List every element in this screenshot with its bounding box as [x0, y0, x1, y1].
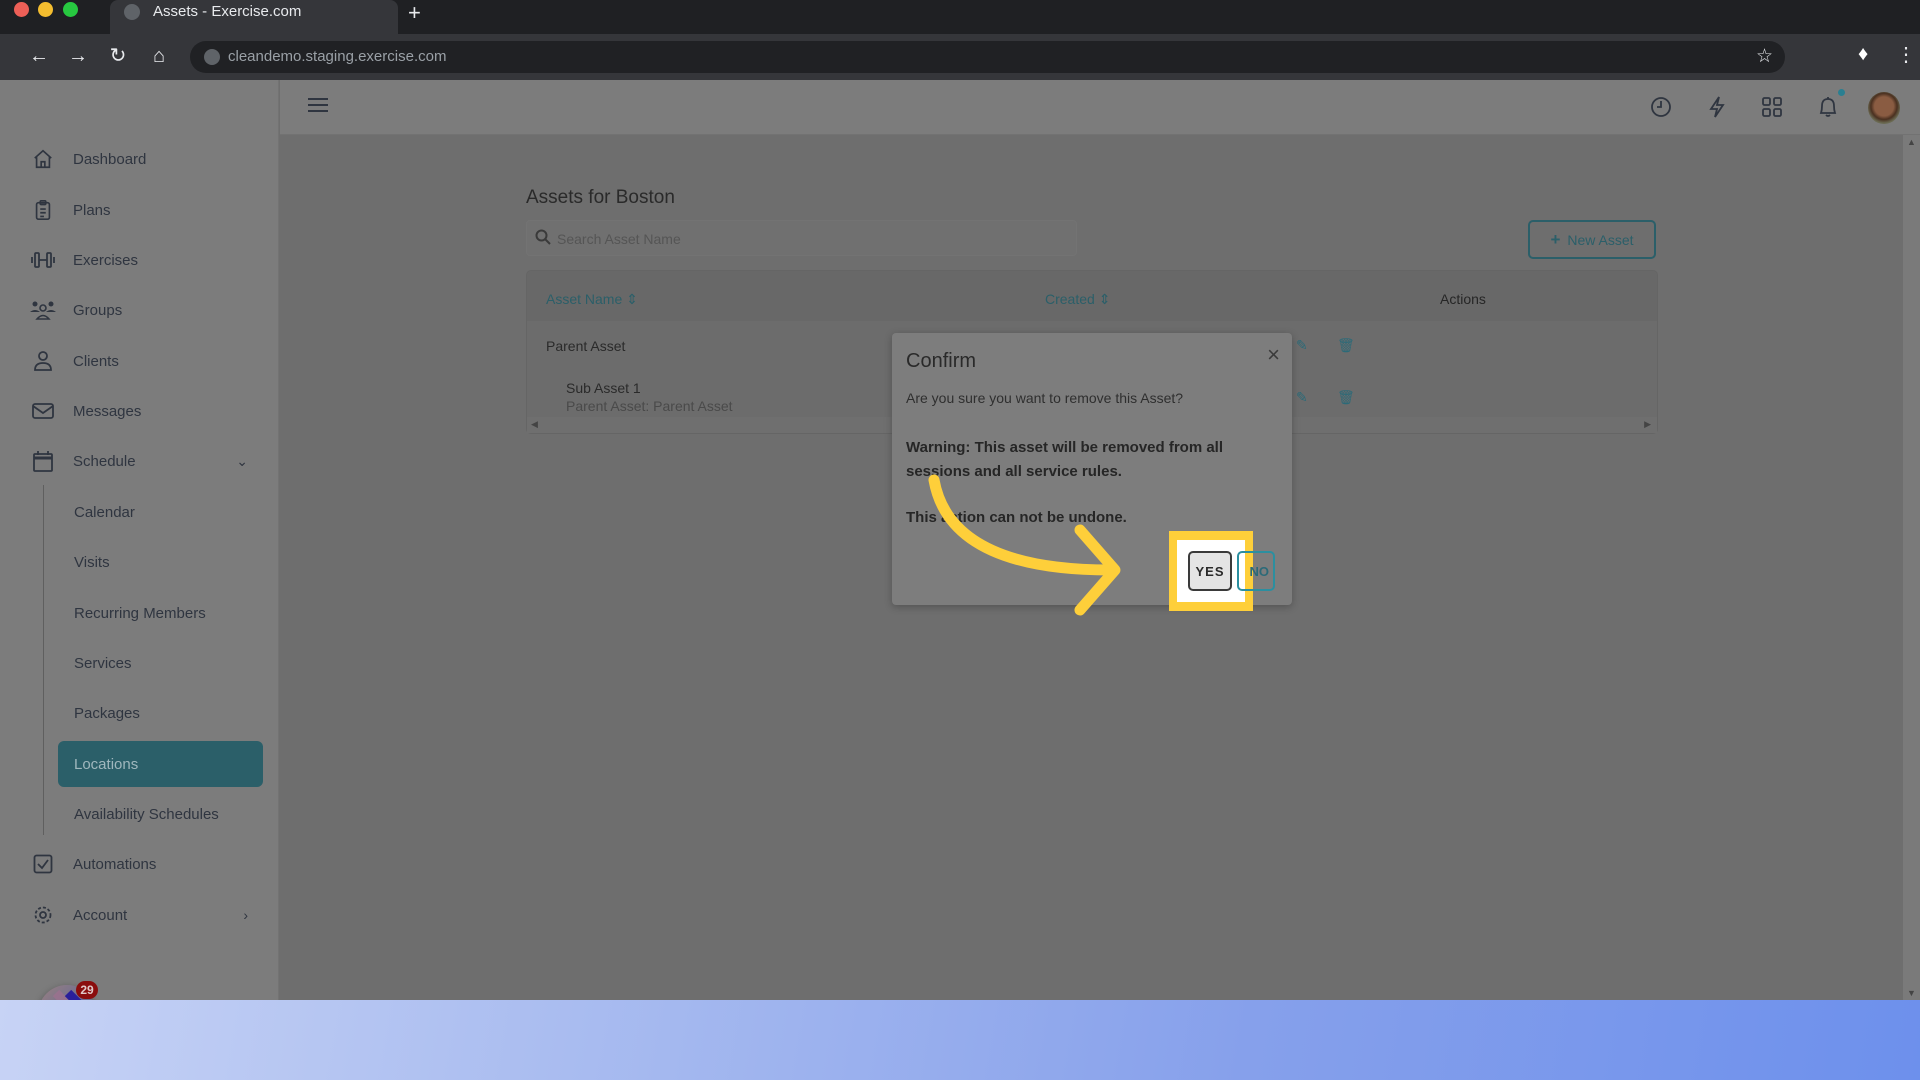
sidebar-item-packages[interactable]: Packages — [74, 693, 140, 733]
sort-icon: ⇕ — [1098, 291, 1111, 307]
sidebar-item-label: Account — [73, 906, 128, 924]
edit-pencil-icon[interactable]: ✎ — [1296, 337, 1308, 354]
calendar-icon — [30, 448, 56, 474]
notification-dot — [1838, 89, 1845, 96]
sidebar: Dashboard Plans Exercises Groups Clients… — [0, 80, 279, 1000]
sidebar-item-locations[interactable]: Locations — [58, 741, 263, 787]
apps-grid-icon[interactable] — [1759, 94, 1785, 120]
sidebar-item-label: Dashboard — [73, 150, 147, 168]
lightning-icon[interactable] — [1704, 94, 1730, 120]
home-icon — [30, 146, 56, 172]
column-header-asset-name[interactable]: Asset Name ⇕ — [546, 291, 638, 308]
new-asset-button[interactable]: + New Asset — [1528, 220, 1656, 259]
asset-parent: Parent Asset: Parent Asset — [566, 398, 733, 414]
sidebar-item-label: Clients — [73, 352, 119, 370]
sidebar-item-label: Exercises — [73, 251, 139, 269]
browser-window: Assets - Exercise.com + ← → ↻ ⌂ cleandem… — [0, 0, 1920, 1043]
sidebar-item-plans[interactable]: Plans — [30, 190, 260, 230]
sidebar-item-exercises[interactable]: Exercises — [30, 240, 260, 280]
desktop-background — [0, 1000, 1920, 1080]
dialog-question: Are you sure you want to remove this Ass… — [906, 390, 1184, 406]
dumbbell-icon — [30, 247, 56, 273]
sidebar-item-dashboard[interactable]: Dashboard — [30, 139, 260, 179]
chevron-down-icon[interactable]: ⌄ — [236, 453, 248, 470]
plus-icon: + — [1550, 229, 1561, 249]
edit-pencil-icon[interactable]: ✎ — [1296, 389, 1308, 406]
column-header-created[interactable]: Created ⇕ — [1045, 291, 1110, 308]
vertical-scrollbar[interactable]: ▲ ▼ — [1903, 135, 1920, 1000]
clipboard-icon — [30, 197, 56, 223]
sidebar-item-schedule[interactable]: Schedule ⌄ — [30, 441, 260, 481]
browser-menu-icon[interactable]: ⋮ — [1896, 42, 1916, 68]
reload-icon[interactable]: ↻ — [105, 43, 131, 69]
sidebar-item-groups[interactable]: Groups — [30, 290, 260, 330]
close-icon[interactable]: × — [1267, 342, 1280, 368]
back-icon[interactable]: ← — [26, 43, 52, 69]
trash-icon[interactable]: 🗑 — [1337, 389, 1355, 406]
scroll-down-icon[interactable]: ▼ — [1907, 988, 1916, 998]
envelope-icon — [30, 398, 56, 424]
sidebar-item-calendar[interactable]: Calendar — [74, 492, 135, 532]
sidebar-item-label: Plans — [73, 201, 111, 219]
tutorial-arrow-icon — [928, 474, 1121, 616]
maximize-window-button[interactable] — [63, 2, 78, 17]
submenu-divider — [43, 485, 44, 835]
close-window-button[interactable] — [14, 2, 29, 17]
page-title: Assets for Boston — [526, 187, 675, 208]
no-button[interactable]: NO — [1237, 551, 1275, 591]
scroll-left-icon[interactable]: ◀ — [531, 419, 538, 430]
scroll-up-icon[interactable]: ▲ — [1907, 137, 1916, 147]
asset-name: Sub Asset 1 — [566, 380, 641, 396]
dialog-title: Confirm — [906, 350, 977, 372]
column-header-actions: Actions — [1440, 291, 1486, 307]
sidebar-item-automations[interactable]: Automations — [30, 844, 260, 884]
extensions-puzzle-icon[interactable]: ♦ — [1858, 43, 1868, 66]
users-icon — [30, 297, 56, 323]
app-header — [280, 80, 1920, 135]
checkbox-icon — [30, 851, 56, 877]
sidebar-item-label: Messages — [73, 402, 142, 420]
scroll-right-icon[interactable]: ▶ — [1644, 419, 1651, 430]
search-placeholder: Search Asset Name — [557, 231, 681, 247]
sidebar-item-account[interactable]: Account › — [30, 895, 260, 935]
gear-icon — [30, 902, 56, 928]
address-bar-row: ← → ↻ ⌂ cleandemo.staging.exercise.com ☆… — [0, 34, 1920, 80]
sidebar-item-messages[interactable]: Messages — [30, 391, 260, 431]
url-bar[interactable]: cleandemo.staging.exercise.com ☆ — [190, 41, 1785, 73]
new-tab-button[interactable]: + — [408, 0, 421, 26]
notification-count-badge: 29 — [76, 981, 98, 999]
sidebar-item-label: Schedule — [73, 452, 136, 470]
site-info-icon[interactable] — [204, 49, 220, 65]
sidebar-item-label: Automations — [73, 855, 157, 873]
sort-icon: ⇕ — [626, 291, 638, 307]
yes-button[interactable]: YES — [1188, 551, 1232, 591]
globe-icon — [124, 4, 140, 20]
new-asset-label: New Asset — [1567, 231, 1634, 248]
minimize-window-button[interactable] — [38, 2, 53, 17]
bell-icon[interactable] — [1815, 94, 1841, 120]
tab-title: Assets - Exercise.com — [153, 3, 302, 20]
menu-toggle-icon[interactable] — [308, 98, 328, 114]
sidebar-item-visits[interactable]: Visits — [74, 542, 110, 582]
chevron-right-icon[interactable]: › — [243, 907, 248, 923]
tab-bar: Assets - Exercise.com + — [0, 0, 1920, 34]
trash-icon[interactable]: 🗑 — [1337, 337, 1355, 354]
sidebar-item-clients[interactable]: Clients — [30, 341, 260, 381]
user-icon — [30, 348, 56, 374]
user-avatar[interactable] — [1868, 92, 1900, 124]
sidebar-item-services[interactable]: Services — [74, 643, 132, 683]
asset-name: Parent Asset — [546, 338, 626, 354]
forward-icon[interactable]: → — [65, 43, 91, 69]
search-icon — [535, 229, 553, 247]
sidebar-item-recurring-members[interactable]: Recurring Members — [74, 593, 206, 633]
clock-icon[interactable] — [1648, 94, 1674, 120]
search-input[interactable]: Search Asset Name — [526, 220, 1077, 256]
home-icon[interactable]: ⌂ — [146, 43, 172, 69]
sidebar-item-availability-schedules[interactable]: Availability Schedules — [74, 794, 219, 834]
browser-tab[interactable]: Assets - Exercise.com — [110, 0, 398, 34]
url-text: cleandemo.staging.exercise.com — [228, 48, 447, 65]
bookmark-star-icon[interactable]: ☆ — [1756, 45, 1773, 68]
sidebar-item-label: Groups — [73, 301, 123, 319]
